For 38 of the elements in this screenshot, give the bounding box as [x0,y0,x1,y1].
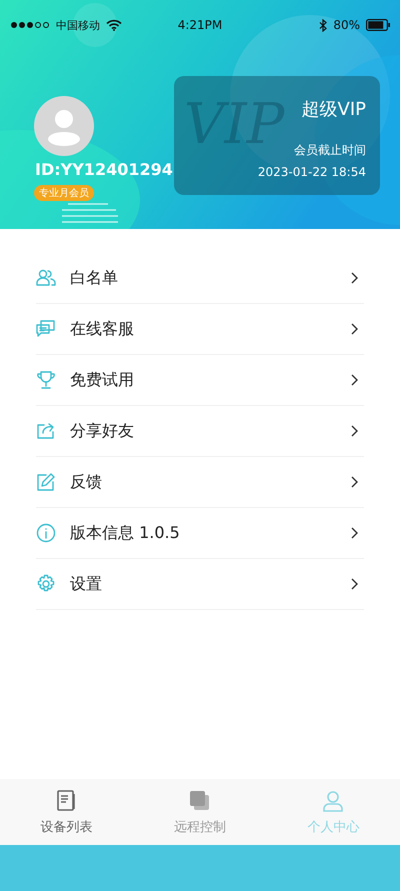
menu-item[interactable]: 反馈 [36,457,364,508]
battery-percent: 80% [333,18,360,32]
avatar [34,96,94,156]
menu-item[interactable]: 白名单 [36,253,364,304]
people-icon [36,268,56,288]
membership-badge: 专业月会员 [34,185,94,201]
chevron-icon [351,323,358,335]
squares-icon [188,788,212,812]
menu-item[interactable]: 在线客服 [36,304,364,355]
menu-item[interactable]: 版本信息 1.0.5 [36,508,364,559]
chevron-icon [351,578,358,590]
clock-time: 4:21PM [178,18,222,32]
share-icon [36,421,56,441]
tab[interactable]: 设备列表 [0,779,134,845]
bluetooth-icon [319,18,328,32]
menu-item[interactable]: 免费试用 [36,355,364,406]
menu-item[interactable]: 分享好友 [36,406,364,457]
expiry-date: 2023-01-22 18:54 [258,165,366,179]
menu-item[interactable]: 设置 [36,559,364,610]
expiry-label: 会员截止时间 [294,142,366,159]
signal-icon [10,21,50,29]
info-icon [36,523,56,543]
person-icon [321,788,346,812]
trophy-icon [36,370,56,390]
chevron-icon [351,527,358,539]
stripes-decoration [60,202,120,224]
vip-title: 超级VIP [302,98,366,121]
edit-icon [36,472,56,492]
gear-icon [36,574,56,594]
chevron-icon [351,425,358,437]
carrier-name: 中国移动 [56,18,100,32]
chevron-icon [351,374,358,386]
wifi-icon [106,19,122,31]
user-id: ID:YY12401294 [35,160,173,179]
chevron-icon [351,272,358,284]
chat-icon [36,319,56,339]
battery-icon [366,19,390,31]
chevron-icon [351,476,358,488]
